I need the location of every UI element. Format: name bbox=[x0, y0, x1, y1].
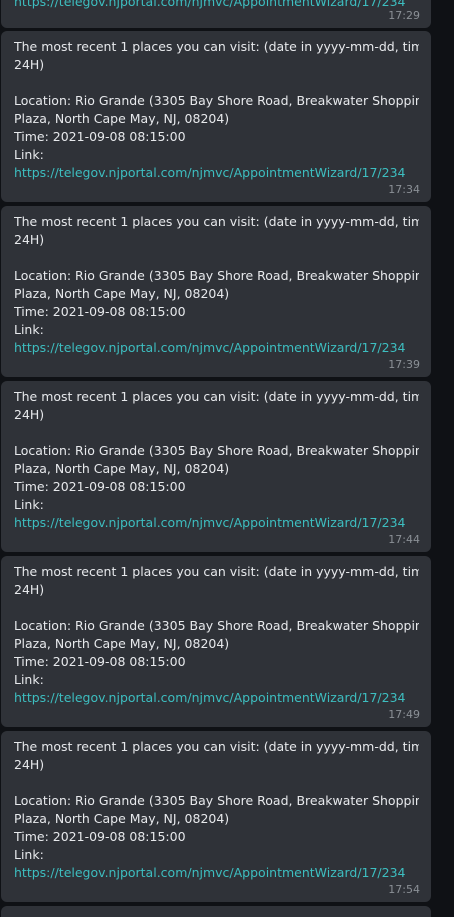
location-line: Plaza, North Cape May, NJ, 08204) bbox=[14, 286, 230, 301]
appointment-link[interactable]: https://telegov.njportal.com/njmvc/Appoi… bbox=[14, 0, 419, 11]
message-bubble: The most recent 1 places you can visit: … bbox=[1, 206, 431, 377]
location-line: Plaza, North Cape May, NJ, 08204) bbox=[14, 111, 230, 126]
message-bubble-partial: https://telegov.njportal.com/njmvc/Appoi… bbox=[1, 0, 431, 28]
message-bubble: The most recent 1 places you can visit: … bbox=[1, 381, 431, 552]
message-intro-line: The most recent 1 places you can visit: … bbox=[14, 564, 419, 579]
message-intro-line: 24H) bbox=[14, 407, 45, 422]
location-line: Location: Rio Grande (3305 Bay Shore Roa… bbox=[14, 443, 419, 458]
location-line: Plaza, North Cape May, NJ, 08204) bbox=[14, 811, 230, 826]
location-line: Plaza, North Cape May, NJ, 08204) bbox=[14, 461, 230, 476]
message-time: 17:29 bbox=[388, 9, 420, 22]
message-time: 17:39 bbox=[388, 358, 420, 371]
message-intro-line: 24H) bbox=[14, 757, 45, 772]
appointment-link[interactable]: https://telegov.njportal.com/njmvc/Appoi… bbox=[14, 339, 419, 357]
appointment-link[interactable]: https://telegov.njportal.com/njmvc/Appoi… bbox=[14, 689, 419, 707]
appointment-link[interactable]: https://telegov.njportal.com/njmvc/Appoi… bbox=[14, 164, 419, 182]
scrollbar[interactable] bbox=[438, 0, 454, 917]
message-feed[interactable]: https://telegov.njportal.com/njmvc/Appoi… bbox=[0, 0, 454, 917]
message-intro-line: The most recent 1 places you can visit: … bbox=[14, 214, 419, 229]
location-line: Location: Rio Grande (3305 Bay Shore Roa… bbox=[14, 268, 419, 283]
message-intro-line: 24H) bbox=[14, 57, 45, 72]
message-time: 17:44 bbox=[388, 533, 420, 546]
link-label: Link: bbox=[14, 672, 44, 687]
message-bubble: The most recent 1 places you can visit: … bbox=[1, 31, 431, 202]
message-intro-line: The most recent 1 places you can visit: … bbox=[14, 39, 419, 54]
message-intro-line: 24H) bbox=[14, 582, 45, 597]
time-line: Time: 2021-09-08 08:15:00 bbox=[14, 654, 186, 669]
message-bubble: The most recent 1 places you can visit: … bbox=[1, 556, 431, 727]
message-bubble: The most recent 1 places you can visit: … bbox=[1, 731, 431, 902]
link-label: Link: bbox=[14, 322, 44, 337]
appointment-link[interactable]: https://telegov.njportal.com/njmvc/Appoi… bbox=[14, 864, 419, 882]
time-line: Time: 2021-09-08 08:15:00 bbox=[14, 304, 186, 319]
link-label: Link: bbox=[14, 497, 44, 512]
link-label: Link: bbox=[14, 847, 44, 862]
message-time: 17:49 bbox=[388, 708, 420, 721]
message-intro-line: 24H) bbox=[14, 232, 45, 247]
message-time: 17:34 bbox=[388, 183, 420, 196]
time-line: Time: 2021-09-08 08:15:00 bbox=[14, 479, 186, 494]
appointment-link[interactable]: https://telegov.njportal.com/njmvc/Appoi… bbox=[14, 514, 419, 532]
message-intro-line: The most recent 1 places you can visit: … bbox=[14, 739, 419, 754]
location-line: Plaza, North Cape May, NJ, 08204) bbox=[14, 636, 230, 651]
link-label: Link: bbox=[14, 147, 44, 162]
message-bubble-partial bbox=[1, 906, 431, 917]
message-time: 17:54 bbox=[388, 883, 420, 896]
time-line: Time: 2021-09-08 08:15:00 bbox=[14, 829, 186, 844]
location-line: Location: Rio Grande (3305 Bay Shore Roa… bbox=[14, 618, 419, 633]
location-line: Location: Rio Grande (3305 Bay Shore Roa… bbox=[14, 93, 419, 108]
time-line: Time: 2021-09-08 08:15:00 bbox=[14, 129, 186, 144]
location-line: Location: Rio Grande (3305 Bay Shore Roa… bbox=[14, 793, 419, 808]
message-intro-line: The most recent 1 places you can visit: … bbox=[14, 389, 419, 404]
